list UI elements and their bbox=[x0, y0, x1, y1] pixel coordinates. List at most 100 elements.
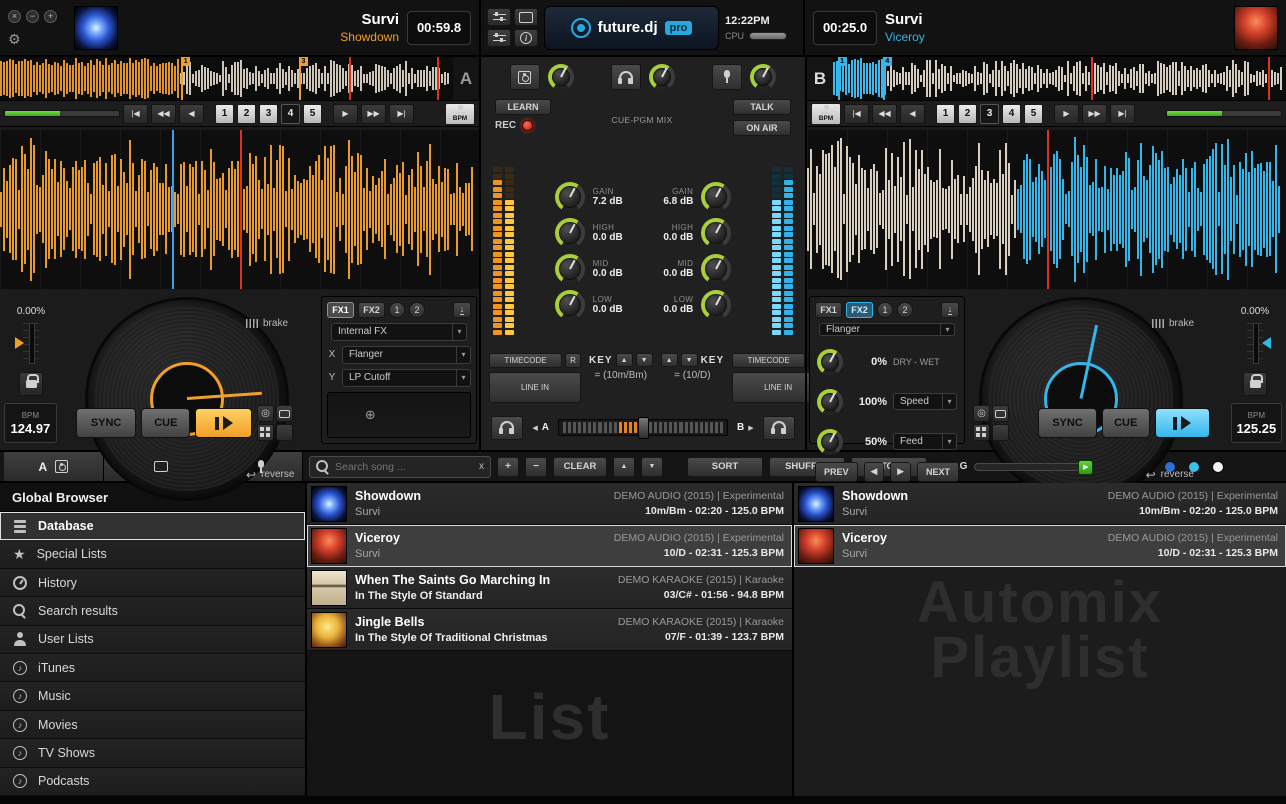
fx-knob[interactable] bbox=[817, 389, 843, 415]
eq-knob[interactable] bbox=[701, 254, 731, 284]
remove-button[interactable]: − bbox=[525, 457, 547, 477]
eq-knob[interactable] bbox=[701, 182, 731, 212]
eq-view-button[interactable] bbox=[487, 29, 511, 47]
close-button[interactable]: × bbox=[8, 10, 21, 23]
sidebar-item[interactable]: ♪ TV Shows bbox=[0, 739, 305, 767]
info-button[interactable]: i bbox=[514, 29, 538, 47]
eq-knob[interactable] bbox=[555, 182, 585, 212]
gear-icon[interactable]: ⚙ bbox=[8, 32, 66, 46]
pad-grid-button[interactable] bbox=[257, 424, 274, 441]
deck-b-cue-button[interactable]: CUE bbox=[1102, 408, 1150, 438]
fx-prev-button[interactable]: PREV bbox=[815, 462, 858, 482]
hotcue-button-4[interactable]: 4 bbox=[281, 104, 300, 124]
on-air-button[interactable]: ON AIR bbox=[733, 120, 791, 136]
track-row[interactable]: Viceroy Survi DEMO AUDIO (2015) | Experi… bbox=[794, 525, 1286, 567]
tag-slider-handle[interactable]: ▶ bbox=[1078, 460, 1093, 475]
fx-y-dropdown[interactable]: LP Cutoff▾ bbox=[342, 369, 471, 387]
transport-button[interactable]: |◀ bbox=[123, 104, 148, 124]
eq-knob[interactable] bbox=[701, 218, 731, 248]
audio-monitor-button[interactable]: A bbox=[4, 452, 104, 481]
tag-slider[interactable]: ▶ bbox=[974, 463, 1092, 471]
deck-b-zoom-waveform[interactable] bbox=[807, 130, 1286, 289]
sidebar-item[interactable]: ♪ Music bbox=[0, 682, 305, 710]
hotcue-button-2[interactable]: 2 bbox=[958, 104, 977, 124]
mic-volume-knob[interactable] bbox=[750, 64, 776, 90]
deck-a-overview-waveform[interactable]: 13 bbox=[0, 57, 453, 100]
headphone-cue-button[interactable] bbox=[611, 64, 641, 90]
deck-b-bpm-tap-button[interactable]: BPM bbox=[811, 103, 841, 125]
master-output-button[interactable] bbox=[510, 64, 540, 90]
fx1-tab[interactable]: FX1 bbox=[815, 302, 842, 318]
sidebar-item[interactable]: User Lists bbox=[0, 626, 305, 654]
transport-button[interactable]: ▶▶ bbox=[361, 104, 386, 124]
eq-knob[interactable] bbox=[555, 254, 585, 284]
pad-grid-button[interactable] bbox=[973, 424, 990, 441]
fx-slot-2-button[interactable]: 2 bbox=[409, 302, 425, 318]
transport-button[interactable]: ▶ bbox=[333, 104, 358, 124]
transport-button[interactable]: ◀◀ bbox=[872, 104, 897, 124]
deck-a-play-button[interactable] bbox=[195, 408, 252, 438]
blank-slot-button[interactable] bbox=[276, 424, 293, 441]
track-row[interactable]: Viceroy Survi DEMO AUDIO (2015) | Experi… bbox=[307, 525, 792, 567]
transport-button[interactable]: ◀◀ bbox=[151, 104, 176, 124]
vinyl-mode-button[interactable]: ◎ bbox=[973, 405, 990, 422]
search-input[interactable] bbox=[335, 461, 474, 473]
eq-knob[interactable] bbox=[555, 218, 585, 248]
deck-b-keylock-button[interactable] bbox=[1243, 372, 1267, 396]
transport-button[interactable]: ▶ bbox=[1054, 104, 1079, 124]
hotcue-button-5[interactable]: 5 bbox=[1024, 104, 1043, 124]
deck-b-overview-waveform[interactable]: 14 bbox=[833, 57, 1286, 100]
deck-b-pitch-slider[interactable] bbox=[1247, 323, 1263, 365]
transport-button[interactable]: ◀ bbox=[900, 104, 925, 124]
color-dot[interactable] bbox=[1212, 461, 1224, 473]
fx-download-button[interactable]: ↓ bbox=[453, 302, 471, 318]
fx-xy-pad[interactable]: ⊕ bbox=[327, 392, 471, 439]
deck-b-key-down-button[interactable]: ▼ bbox=[681, 353, 698, 367]
deck-a-pitch-handle[interactable] bbox=[15, 337, 24, 349]
display-mode-button[interactable] bbox=[992, 405, 1009, 422]
sidebar-item[interactable]: ♪ Movies bbox=[0, 711, 305, 739]
fx-next-button[interactable]: NEXT bbox=[917, 462, 959, 482]
fx-knob[interactable] bbox=[817, 349, 843, 375]
hotcue-button-1[interactable]: 1 bbox=[936, 104, 955, 124]
deck-a-sync-button[interactable]: SYNC bbox=[76, 408, 137, 438]
fx-param-dropdown[interactable]: Speed▾ bbox=[893, 393, 957, 410]
zoom-button[interactable]: + bbox=[44, 10, 57, 23]
deck-a-headphone-button[interactable] bbox=[491, 416, 523, 440]
record-control[interactable]: REC bbox=[495, 120, 551, 131]
move-up-button[interactable]: ▲ bbox=[613, 457, 635, 477]
deck-b-headphone-button[interactable] bbox=[763, 416, 795, 440]
mixer-view-button[interactable] bbox=[487, 8, 511, 26]
fx-download-button[interactable]: ↓ bbox=[941, 302, 959, 318]
monitor-view-button[interactable] bbox=[514, 8, 538, 26]
transport-button[interactable]: ▶| bbox=[389, 104, 414, 124]
eq-knob[interactable] bbox=[701, 290, 731, 320]
deck-b-key-up-button[interactable]: ▲ bbox=[661, 353, 678, 367]
minimize-button[interactable]: − bbox=[26, 10, 39, 23]
fx2-tab[interactable]: FX2 bbox=[846, 302, 873, 318]
master-volume-knob[interactable] bbox=[548, 64, 574, 90]
sidebar-item[interactable]: Search results bbox=[0, 597, 305, 625]
fx2-tab[interactable]: FX2 bbox=[358, 302, 385, 318]
deck-b-play-button[interactable] bbox=[1155, 408, 1210, 438]
xy-crosshair-icon[interactable]: ⊕ bbox=[365, 407, 376, 423]
sidebar-item[interactable]: ★ Special Lists bbox=[0, 540, 305, 568]
sidebar-item[interactable]: ♪ iTunes bbox=[0, 654, 305, 682]
track-row[interactable]: Showdown Survi DEMO AUDIO (2015) | Exper… bbox=[794, 483, 1286, 525]
fx-slot-1-button[interactable]: 1 bbox=[877, 302, 893, 318]
deck-a-keylock-button[interactable] bbox=[19, 372, 43, 396]
crossfader-handle[interactable] bbox=[638, 417, 649, 439]
track-row[interactable]: Showdown Survi DEMO AUDIO (2015) | Exper… bbox=[307, 483, 792, 525]
sort-button[interactable]: SORT bbox=[687, 457, 763, 477]
fx-knob[interactable] bbox=[817, 429, 843, 455]
headphone-volume-knob[interactable] bbox=[649, 64, 675, 90]
deck-a-zoom-waveform[interactable] bbox=[0, 130, 479, 289]
fx-slot-2-button[interactable]: 2 bbox=[897, 302, 913, 318]
deck-a-timecode-button[interactable]: TIMECODE bbox=[489, 353, 562, 368]
hotcue-button-1[interactable]: 1 bbox=[215, 104, 234, 124]
deck-a-key-up-button[interactable]: ▲ bbox=[616, 353, 633, 367]
transport-button[interactable]: ◀ bbox=[179, 104, 204, 124]
display-mode-button[interactable] bbox=[276, 405, 293, 422]
fx-param-dropdown[interactable]: Feed▾ bbox=[893, 433, 957, 450]
crossfader[interactable] bbox=[558, 419, 728, 436]
